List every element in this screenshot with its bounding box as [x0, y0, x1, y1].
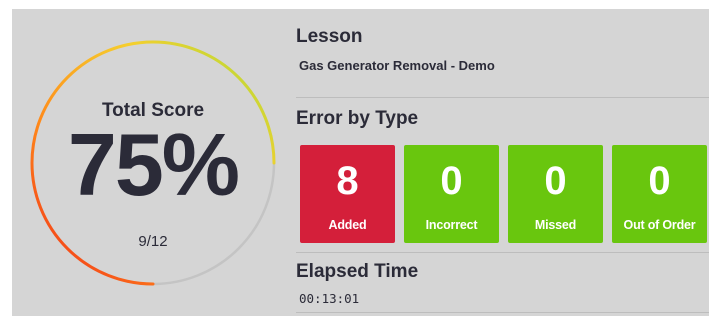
error-count: 0: [440, 159, 463, 203]
error-tile-out-of-order: 0 Out of Order: [612, 145, 707, 243]
error-count: 8: [336, 159, 359, 203]
divider: [296, 312, 709, 313]
lesson-name: Gas Generator Removal - Demo: [299, 58, 495, 73]
error-count: 0: [544, 159, 567, 203]
lesson-heading: Lesson: [296, 26, 363, 47]
error-type-label: Missed: [534, 218, 577, 232]
elapsed-time-heading: Elapsed Time: [296, 261, 419, 282]
total-score-fraction: 9/12: [138, 233, 168, 250]
divider: [296, 97, 709, 98]
divider: [296, 252, 709, 253]
score-gauge: Total Score 75% 9/12: [29, 34, 277, 296]
total-score-percent: 75%: [67, 115, 240, 214]
error-type-label: Out of Order: [623, 218, 696, 232]
score-report-panel: Total Score 75% 9/12 Lesson Gas Generato…: [12, 9, 709, 316]
error-tile-incorrect: 0 Incorrect: [404, 145, 499, 243]
error-type-label: Incorrect: [425, 218, 478, 232]
error-count: 0: [648, 159, 671, 203]
error-by-type-heading: Error by Type: [296, 108, 419, 129]
error-tile-missed: 0 Missed: [508, 145, 603, 243]
error-tile-added: 8 Added: [300, 145, 395, 243]
error-type-label: Added: [328, 218, 367, 232]
elapsed-time-value: 00:13:01: [299, 291, 360, 306]
